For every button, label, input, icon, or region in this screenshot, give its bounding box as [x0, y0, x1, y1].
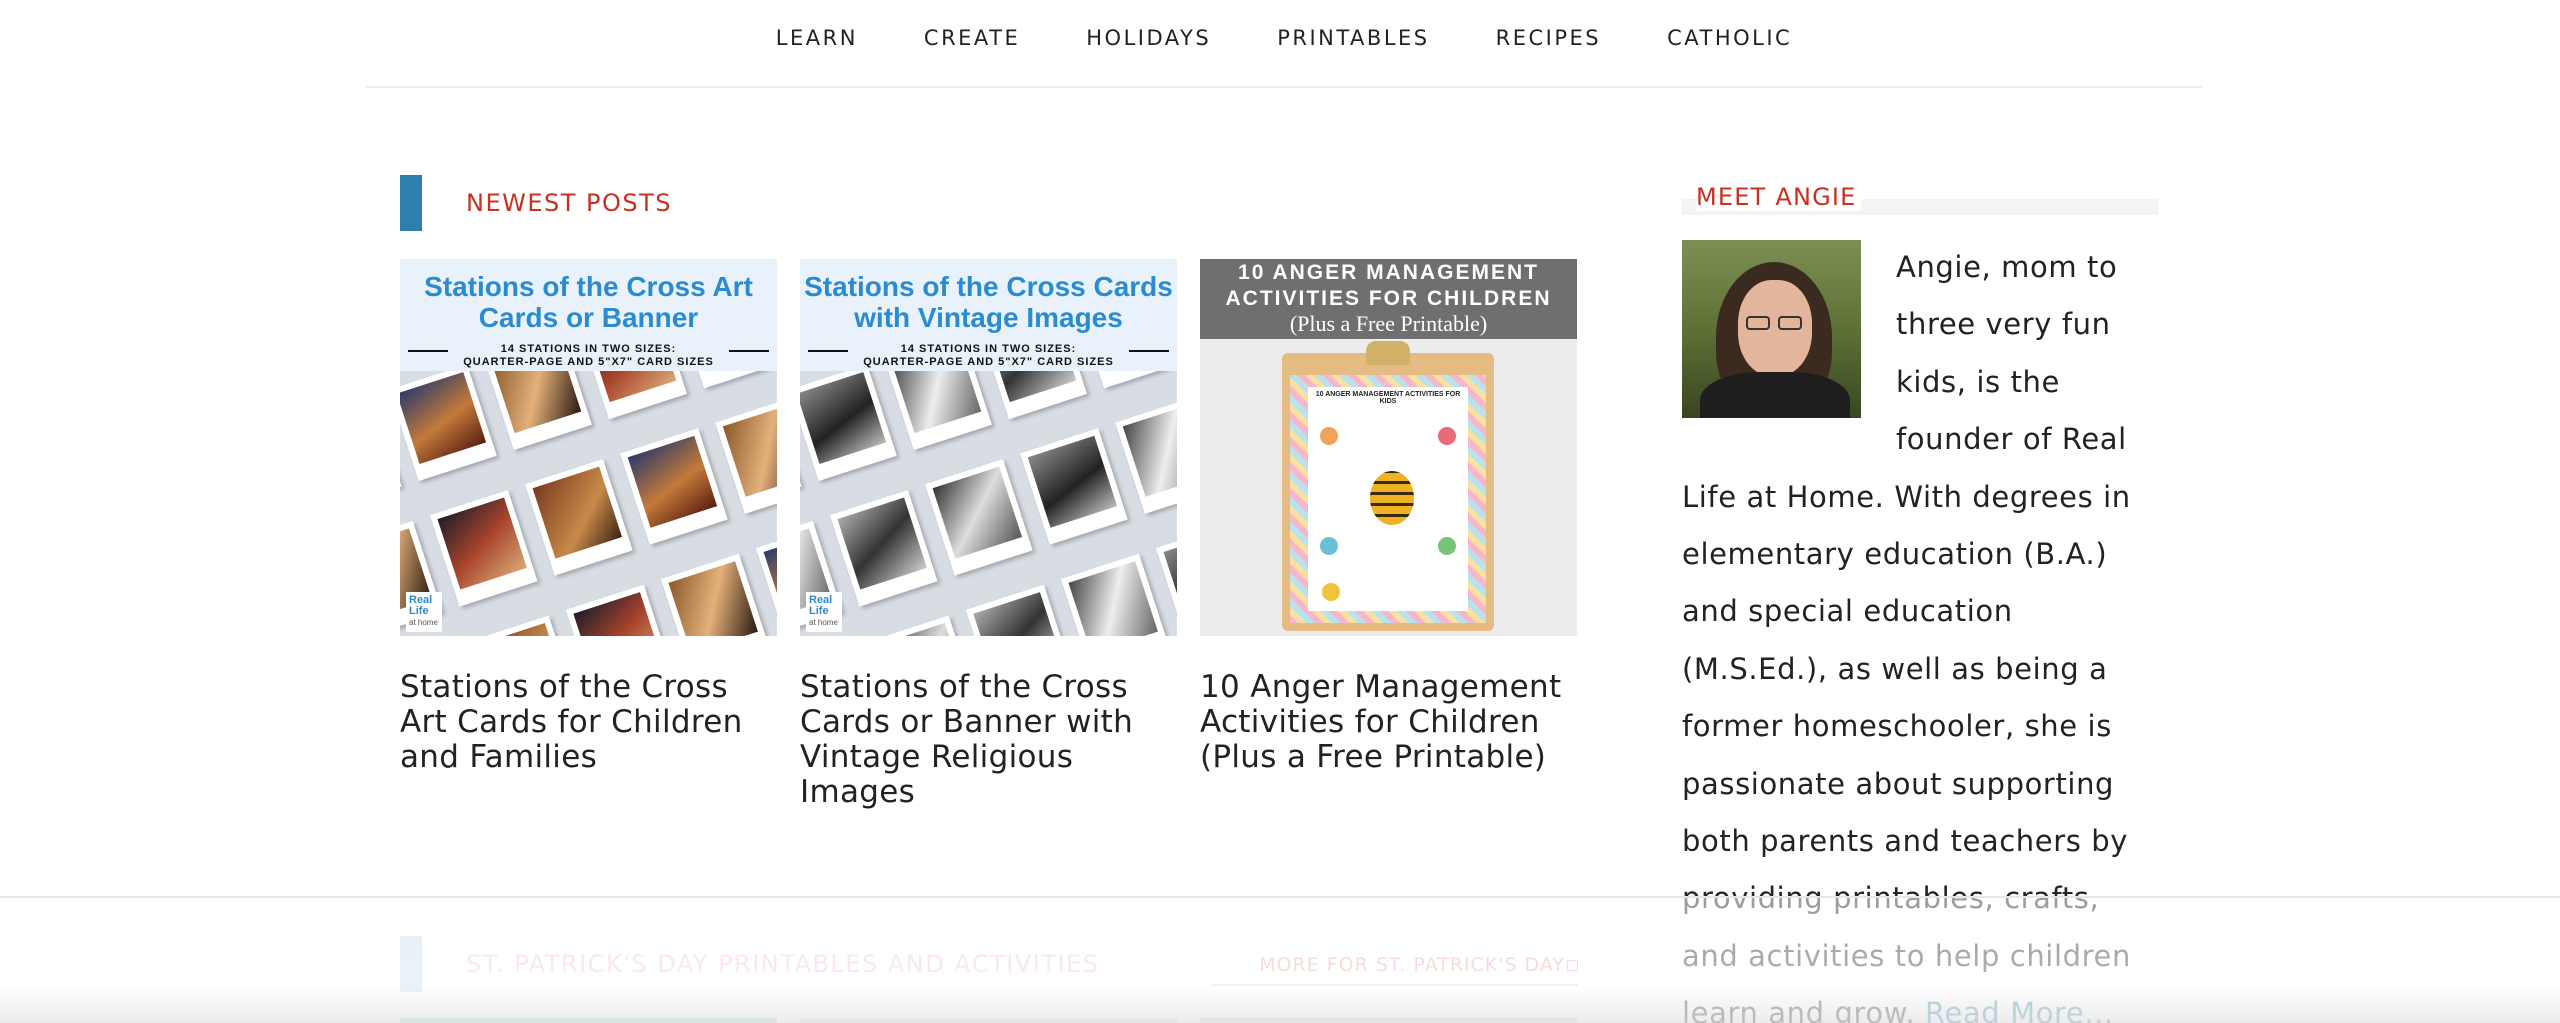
- post-card-stations-art[interactable]: Stations of the Cross Art Cards or Banne…: [400, 259, 777, 775]
- more-link-label: MORE FOR ST. PATRICK'S DAY: [1259, 954, 1565, 976]
- post-thumbnail-strip: [800, 1018, 1177, 1023]
- meet-angie-title: MEET ANGIE: [1696, 183, 1861, 211]
- printable-title: 10 ANGER MANAGEMENT ACTIVITIES FOR KIDS: [1315, 391, 1461, 405]
- thumbnail-sub-line-1: 14 STATIONS IN TWO SIZES:: [500, 343, 677, 355]
- thumbnail-sub-line-2: QUARTER-PAGE AND 5"X7" CARD SIZES: [863, 356, 1114, 368]
- thumbnail-banner: 10 ANGER MANAGEMENT ACTIVITIES FOR CHILD…: [1200, 259, 1577, 339]
- post-thumbnail[interactable]: Stations of the Cross Art Cards or Banne…: [400, 259, 777, 636]
- section-accent-bar: [400, 936, 422, 992]
- clipboard-clasp: [1366, 341, 1410, 365]
- author-bio: Angie, mom to three very fun kids, is th…: [1682, 239, 2162, 1023]
- real-life-logo: Real Life at home: [806, 592, 842, 632]
- thumbnail-banner: Stations of the Cross Art Cards or Banne…: [400, 259, 777, 371]
- post-thumbnail-strip: [400, 1018, 777, 1023]
- thumbnail-heading-1: 10 ANGER MANAGEMENT: [1238, 261, 1539, 284]
- nav-item-holidays[interactable]: HOLIDAYS: [1053, 26, 1244, 50]
- art-cards-photo: [400, 371, 777, 636]
- thumbnail-heading: Stations of the Cross Cards with Vintage…: [804, 271, 1173, 333]
- link-arrow-icon: [1567, 960, 1578, 971]
- thumbnail-banner: Stations of the Cross Cards with Vintage…: [800, 259, 1177, 371]
- nav-item-create[interactable]: CREATE: [891, 26, 1053, 50]
- thumbnail-sub-line-1: 14 STATIONS IN TWO SIZES:: [900, 343, 1077, 355]
- post-title[interactable]: Stations of the Cross Art Cards for Chil…: [400, 670, 777, 775]
- read-more-link[interactable]: Read More...: [1925, 996, 2114, 1023]
- nav-item-learn[interactable]: LEARN: [743, 26, 891, 50]
- post-thumbnail[interactable]: Stations of the Cross Cards with Vintage…: [800, 259, 1177, 636]
- post-title[interactable]: 10 Anger Management Activities for Child…: [1200, 670, 1577, 775]
- thumbnail-subheading: 14 STATIONS IN TWO SIZES: QUARTER-PAGE A…: [800, 343, 1177, 369]
- thumbnail-subheading: 14 STATIONS IN TWO SIZES: QUARTER-PAGE A…: [400, 343, 777, 369]
- post-card-stations-vintage[interactable]: Stations of the Cross Cards with Vintage…: [800, 259, 1177, 810]
- thumbnail-subheading: (Plus a Free Printable): [1289, 311, 1488, 336]
- more-st-patricks-link[interactable]: MORE FOR ST. PATRICK'S DAY: [1212, 954, 1578, 986]
- thumbnail-sub-line-2: QUARTER-PAGE AND 5"X7" CARD SIZES: [463, 356, 714, 368]
- bee-icon: [1370, 471, 1414, 525]
- thumbnail-heading: Stations of the Cross Art Cards or Banne…: [424, 271, 753, 333]
- post-card-anger-management[interactable]: 10 ANGER MANAGEMENT ACTIVITIES FOR CHILD…: [1200, 259, 1577, 775]
- clipboard-printable: 10 ANGER MANAGEMENT ACTIVITIES FOR KIDS: [1282, 341, 1494, 631]
- nav-item-catholic[interactable]: CATHOLIC: [1634, 26, 1825, 50]
- newest-posts-header: NEWEST POSTS: [400, 175, 672, 231]
- post-thumbnail[interactable]: 10 ANGER MANAGEMENT ACTIVITIES FOR CHILD…: [1200, 259, 1577, 636]
- newest-posts-title: NEWEST POSTS: [466, 189, 673, 217]
- st-patricks-title: ST. PATRICK'S DAY PRINTABLES AND ACTIVIT…: [466, 950, 1100, 978]
- post-thumbnail-strip: [1200, 1018, 1577, 1023]
- nav-item-printables[interactable]: PRINTABLES: [1244, 26, 1462, 50]
- main-navigation: LEARN CREATE HOLIDAYS PRINTABLES RECIPES…: [366, 0, 2202, 88]
- thumbnail-heading-2: ACTIVITIES FOR CHILDREN: [1225, 287, 1552, 310]
- meet-angie-header: MEET ANGIE: [1682, 183, 2158, 215]
- section-accent-bar: [400, 175, 422, 231]
- st-patricks-header: ST. PATRICK'S DAY PRINTABLES AND ACTIVIT…: [400, 936, 1099, 992]
- post-title[interactable]: Stations of the Cross Cards or Banner wi…: [800, 670, 1177, 810]
- vintage-cards-photo: [800, 371, 1177, 636]
- nav-item-recipes[interactable]: RECIPES: [1463, 26, 1634, 50]
- real-life-logo: Real Life at home: [406, 592, 442, 632]
